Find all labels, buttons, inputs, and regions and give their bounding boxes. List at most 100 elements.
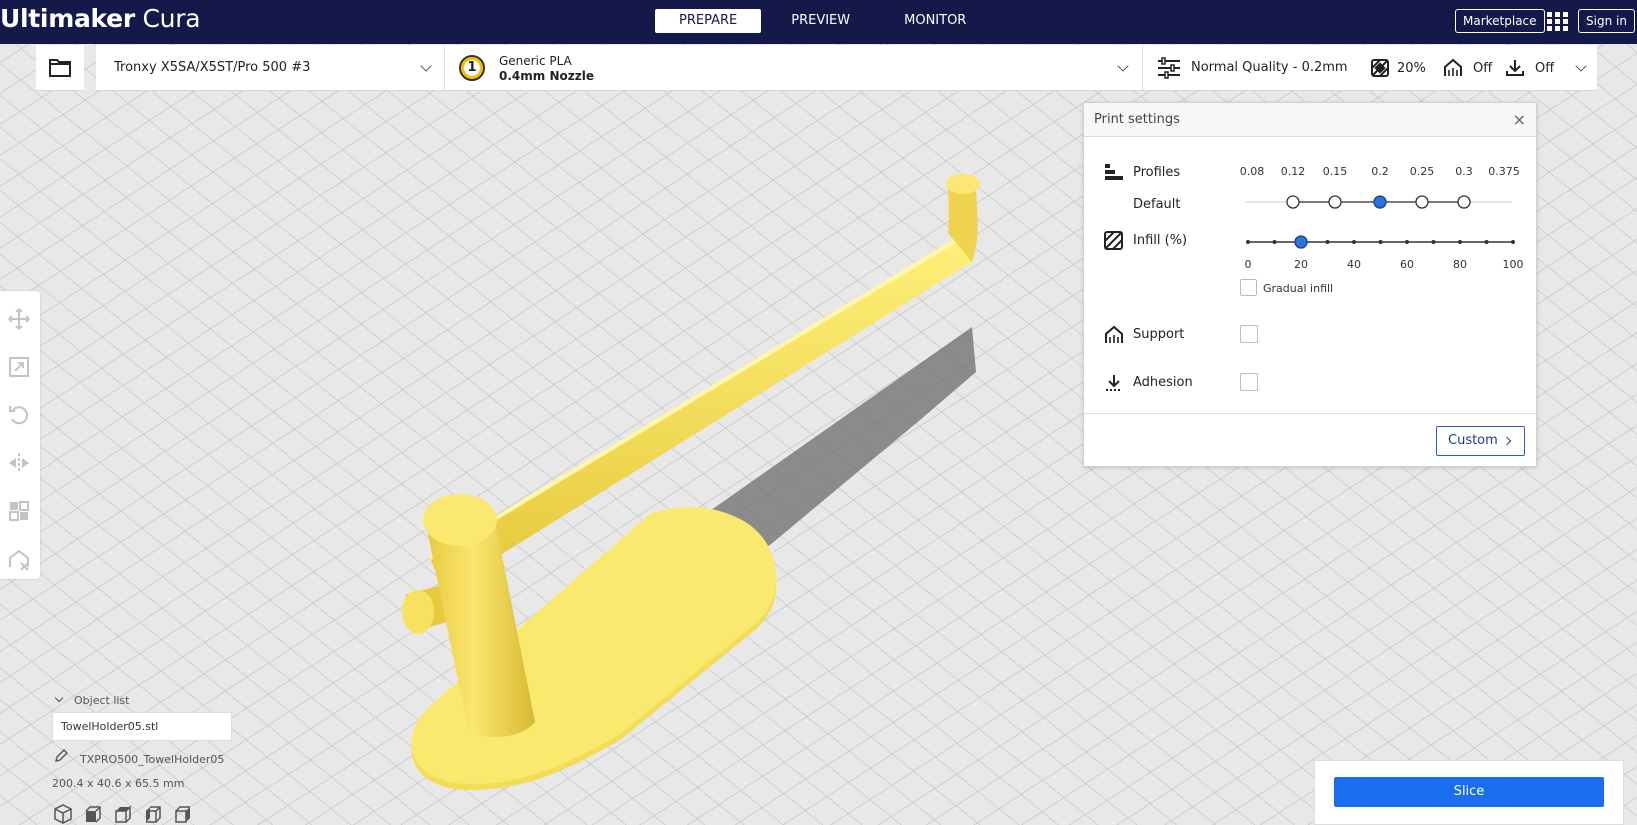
move-icon[interactable]: [5, 305, 33, 333]
slice-button[interactable]: Slice: [1334, 777, 1604, 807]
printer-selector[interactable]: Tronxy X5SA/X5ST/Pro 500 #3: [96, 45, 444, 91]
profiles-label: Profiles: [1133, 165, 1181, 180]
infill-tick-dot: [1511, 240, 1515, 244]
app-header: Ultimaker Cura PREPARE PREVIEW MONITOR M…: [0, 0, 1637, 44]
stage-tabs: PREPARE PREVIEW MONITOR: [655, 9, 996, 33]
chevron-down-icon: [1575, 60, 1587, 72]
layer-height-label: 0.12: [1280, 165, 1306, 178]
gradual-infill-checkbox[interactable]: [1240, 279, 1257, 296]
app-logo: Ultimaker Cura: [0, 4, 201, 33]
infill-tick-label: 100: [1502, 258, 1524, 271]
infill-slider-handle[interactable]: [1294, 235, 1308, 249]
object-list-item[interactable]: TowelHolder05.stl: [52, 712, 232, 741]
layer-height-label: 0.375: [1488, 165, 1520, 178]
layer-height-label: 0.15: [1322, 165, 1348, 178]
model-shadow: [640, 327, 976, 565]
panel-divider: [1084, 413, 1536, 414]
panel-title: Print settings: [1094, 112, 1180, 127]
infill-tick-dot: [1272, 240, 1277, 244]
infill-tick-label: 40: [1347, 258, 1361, 271]
view-front-icon[interactable]: [82, 803, 104, 825]
infill-icon: [1371, 59, 1389, 77]
slider-handle[interactable]: [1373, 195, 1387, 209]
panel-header: Print settings ×: [1084, 103, 1536, 137]
model-dimensions: 200.4 x 40.6 x 65.5 mm: [52, 777, 185, 790]
infill-summary: 20%: [1371, 55, 1426, 81]
scale-icon[interactable]: [5, 353, 33, 381]
view-3d-icon[interactable]: [52, 803, 74, 825]
grid-icon[interactable]: [1547, 12, 1569, 32]
view-top-icon[interactable]: [112, 803, 134, 825]
infill-tick-dot: [1431, 240, 1436, 244]
view-right-icon[interactable]: [172, 803, 194, 825]
chevron-down-icon: [420, 60, 432, 72]
support-blocker-icon[interactable]: [5, 545, 33, 573]
profiles-icon: [1105, 164, 1123, 180]
support-icon: [1444, 58, 1462, 76]
infill-tick-label: 80: [1453, 258, 1467, 271]
layer-height-slider[interactable]: [1244, 191, 1514, 213]
infill-tick-label: 0: [1244, 258, 1252, 271]
marketplace-button[interactable]: Marketplace: [1455, 9, 1545, 33]
view-left-icon[interactable]: [142, 803, 164, 825]
support-summary: Off: [1443, 55, 1492, 81]
layer-height-label: 0.08: [1239, 165, 1265, 178]
tab-preview[interactable]: PREVIEW: [767, 9, 874, 33]
layer-height-label: 0.2: [1371, 165, 1389, 178]
tool-sidebar: [0, 291, 40, 579]
infill-tick-dot: [1325, 240, 1330, 244]
layer-height-label: 0.3: [1455, 165, 1473, 178]
per-model-settings-icon[interactable]: [5, 497, 33, 525]
infill-icon: [1104, 231, 1123, 250]
chevron-down-icon: [1117, 60, 1129, 72]
tab-monitor[interactable]: MONITOR: [880, 9, 990, 33]
folder-icon: [49, 59, 71, 77]
close-icon[interactable]: ×: [1513, 110, 1526, 129]
model-towel-holder[interactable]: [402, 174, 980, 790]
infill-label: Infill (%): [1133, 233, 1188, 248]
open-file-button[interactable]: [36, 45, 84, 91]
adhesion-label: Adhesion: [1133, 375, 1193, 390]
support-icon: [1105, 325, 1123, 343]
infill-tick-dot: [1246, 240, 1250, 244]
slider-stop[interactable]: [1286, 195, 1300, 209]
slider-stop[interactable]: [1328, 195, 1342, 209]
nozzle-size: 0.4mm Nozzle: [499, 69, 594, 83]
print-settings-selector[interactable]: Normal Quality - 0.2mm 20% Off Off: [1142, 45, 1597, 91]
action-panel: Slice: [1314, 760, 1624, 825]
job-name[interactable]: TXPRO500_TowelHolder05: [80, 753, 224, 766]
infill-tick-dot: [1378, 240, 1383, 244]
printer-name: Tronxy X5SA/X5ST/Pro 500 #3: [114, 60, 311, 75]
print-settings-panel: Print settings × Profiles Default 0.08 0…: [1083, 102, 1537, 467]
camera-view-buttons: [52, 803, 202, 825]
material-name: Generic PLA: [499, 54, 572, 68]
material-selector[interactable]: 1 Generic PLA 0.4mm Nozzle: [444, 45, 1142, 91]
quality-profile: Normal Quality - 0.2mm: [1191, 60, 1348, 75]
chevron-down-icon: [54, 693, 64, 703]
sign-in-button[interactable]: Sign in: [1578, 9, 1635, 33]
tab-prepare[interactable]: PREPARE: [655, 9, 762, 33]
adhesion-summary: Off: [1505, 55, 1554, 81]
adhesion-checkbox[interactable]: [1240, 373, 1258, 391]
infill-tick-dot: [1405, 240, 1409, 244]
custom-settings-button[interactable]: Custom: [1436, 426, 1525, 456]
adhesion-icon: [1106, 375, 1122, 391]
gradual-infill-label: Gradual infill: [1263, 282, 1334, 295]
slider-stop[interactable]: [1415, 195, 1429, 209]
main-toolbar: Tronxy X5SA/X5ST/Pro 500 #3 1 Generic PL…: [0, 44, 1637, 92]
infill-slider[interactable]: [1244, 231, 1520, 253]
extruder-badge: 1: [459, 55, 485, 81]
slider-stop[interactable]: [1457, 195, 1471, 209]
object-list-header[interactable]: Object list: [54, 693, 129, 707]
adhesion-icon: [1506, 60, 1524, 76]
rotate-icon[interactable]: [5, 401, 33, 429]
infill-tick-dot: [1352, 240, 1356, 244]
chevron-right-icon: [1502, 436, 1512, 446]
support-checkbox[interactable]: [1240, 325, 1258, 343]
profile-default-label: Default: [1133, 197, 1181, 212]
infill-tick-dot: [1484, 240, 1489, 244]
layer-height-label: 0.25: [1409, 165, 1435, 178]
sliders-icon: [1158, 57, 1180, 79]
mirror-icon[interactable]: [5, 449, 33, 477]
pencil-icon[interactable]: [54, 749, 68, 763]
